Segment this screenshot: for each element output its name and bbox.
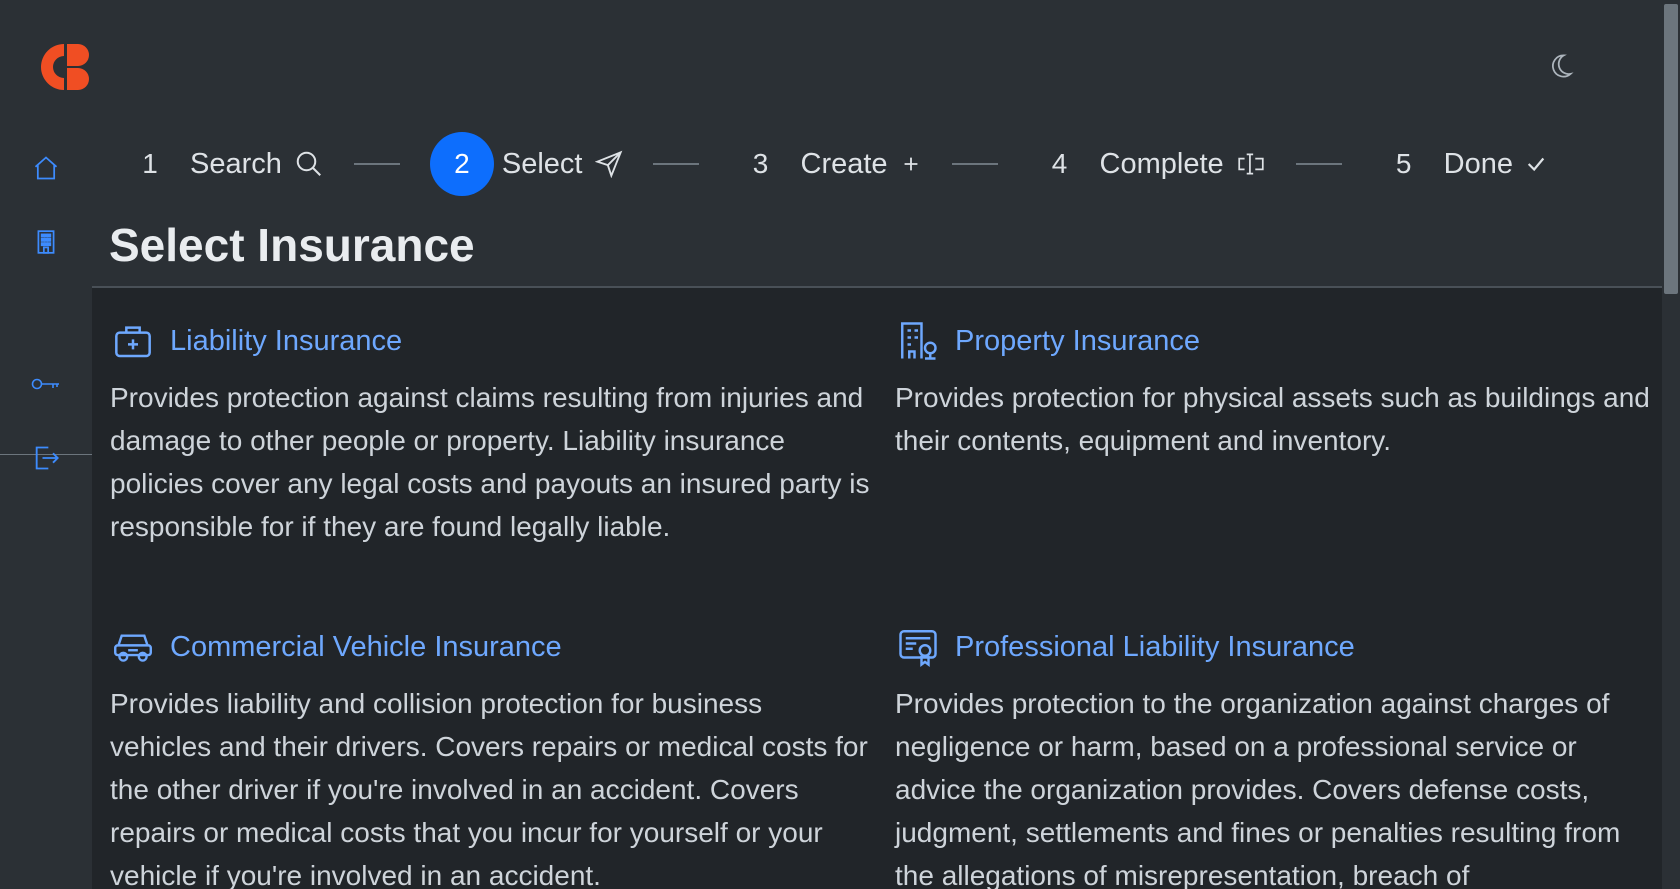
building-icon (33, 228, 59, 261)
moon-icon (1545, 51, 1575, 86)
insurance-option-description: Provides protection to the organization … (895, 688, 1621, 889)
step-separator (1295, 163, 1342, 165)
step-create[interactable]: 3 Create (729, 132, 922, 196)
step-label: Search (190, 147, 282, 180)
insurance-option-link[interactable]: Liability Insurance (110, 318, 870, 364)
insurance-option-title: Property Insurance (955, 324, 1201, 357)
input-cursor-icon (1236, 151, 1266, 177)
step-search[interactable]: 1 Search (118, 132, 324, 196)
insurance-option-property: Property Insurance Provides protection f… (895, 318, 1655, 462)
scrollbar-thumb[interactable] (1664, 4, 1678, 294)
building-gear-icon (895, 318, 941, 364)
step-number: 4 (1051, 148, 1068, 179)
step-number: 2 (429, 132, 494, 196)
insurance-options-list: Liability Insurance Provides protection … (92, 288, 1662, 889)
certificate-icon (895, 624, 941, 670)
insurance-option-description: Provides liability and collision protect… (110, 688, 868, 889)
brand-logo[interactable] (40, 42, 90, 92)
check-icon (1525, 153, 1547, 175)
logout-icon (32, 444, 60, 477)
page-scrollbar[interactable] (1662, 0, 1680, 889)
key-icon (31, 373, 61, 400)
sidebar-item-logout[interactable] (30, 444, 62, 476)
step-label: Done (1443, 147, 1513, 180)
insurance-option-liability: Liability Insurance Provides protection … (110, 318, 870, 548)
insurance-option-link[interactable]: Professional Liability Insurance (895, 624, 1655, 670)
insurance-option-link[interactable]: Property Insurance (895, 318, 1655, 364)
step-number: 5 (1395, 148, 1412, 179)
insurance-option-title: Liability Insurance (170, 324, 403, 357)
step-separator (951, 163, 998, 165)
sidebar (0, 140, 92, 889)
insurance-option-title: Commercial Vehicle Insurance (170, 630, 562, 663)
step-label: Create (800, 147, 888, 180)
step-complete[interactable]: 4 Complete (1028, 132, 1266, 196)
sidebar-item-home[interactable] (30, 154, 62, 186)
page-title: Select Insurance (109, 219, 475, 271)
step-number: 1 (142, 148, 158, 179)
step-number: 3 (752, 148, 769, 179)
sidebar-item-companies[interactable] (30, 228, 62, 260)
insurance-option-commercial-vehicle: Commercial Vehicle Insurance Provides li… (110, 624, 870, 889)
insurance-option-title: Professional Liability Insurance (955, 630, 1355, 663)
step-select[interactable]: 2 Select (429, 132, 623, 196)
sidebar-item-keys[interactable] (30, 370, 62, 402)
car-icon (110, 624, 156, 670)
step-done[interactable]: 5 Done (1372, 132, 1547, 196)
stepper: 1 Search 2 Select 3 Create 4 Complete 5 … (118, 132, 1648, 196)
search-icon (294, 149, 324, 179)
house-icon (32, 154, 60, 187)
step-separator (652, 163, 699, 165)
insurance-option-link[interactable]: Commercial Vehicle Insurance (110, 624, 870, 670)
briefcase-plus-icon (110, 318, 156, 364)
theme-toggle-button[interactable] (1540, 48, 1580, 88)
insurance-option-description: Provides protection for physical assets … (895, 382, 1650, 456)
insurance-option-professional-liability: Professional Liability Insurance Provide… (895, 624, 1655, 889)
step-separator (353, 163, 400, 165)
step-label: Complete (1099, 147, 1224, 180)
send-icon (594, 150, 623, 178)
insurance-option-description: Provides protection against claims resul… (110, 382, 870, 542)
plus-icon (900, 153, 922, 175)
step-label: Select (501, 147, 583, 180)
